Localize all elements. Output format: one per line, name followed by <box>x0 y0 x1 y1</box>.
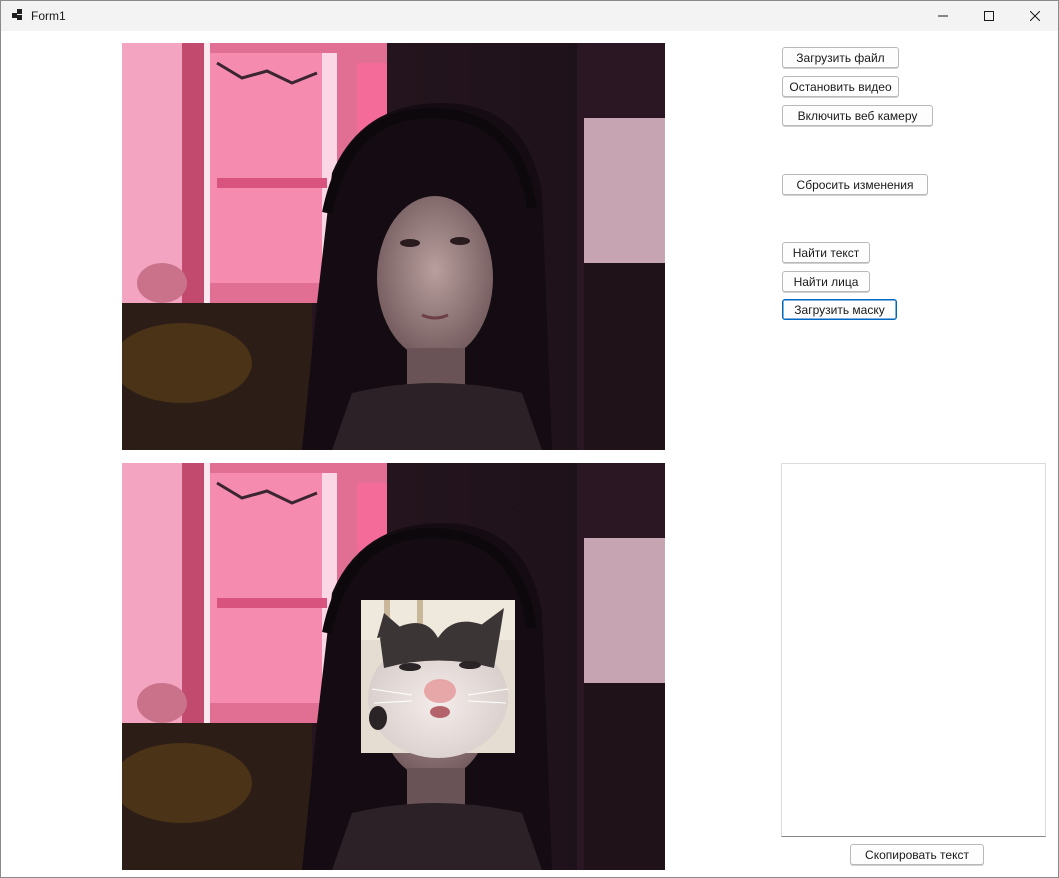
load-file-button[interactable]: Загрузить файл <box>782 47 899 68</box>
main-window: Form1 Загрузить файл Остановить видео Вк… <box>0 0 1059 878</box>
webcam-frame-with-mask-image <box>122 463 665 870</box>
source-picture-box <box>122 43 665 450</box>
processed-picture-box <box>122 463 665 870</box>
reset-changes-button[interactable]: Сбросить изменения <box>782 174 928 195</box>
enable-webcam-button[interactable]: Включить веб камеру <box>782 105 933 126</box>
recognized-text-box[interactable] <box>781 463 1046 837</box>
minimize-button[interactable] <box>920 1 966 31</box>
maximize-icon <box>984 11 994 21</box>
find-faces-button[interactable]: Найти лица <box>782 271 870 292</box>
find-text-button[interactable]: Найти текст <box>782 242 870 263</box>
app-icon <box>12 9 24 21</box>
load-mask-button[interactable]: Загрузить маску <box>782 299 897 320</box>
webcam-frame-image <box>122 43 665 450</box>
close-button[interactable] <box>1012 1 1058 31</box>
maximize-button[interactable] <box>966 1 1012 31</box>
copy-text-button[interactable]: Скопировать текст <box>850 844 984 865</box>
form-client-area: Загрузить файл Остановить видео Включить… <box>1 31 1058 877</box>
title-bar[interactable]: Form1 <box>1 1 1058 31</box>
stop-video-button[interactable]: Остановить видео <box>782 76 899 97</box>
cat-mask-overlay <box>361 600 515 758</box>
window-title: Form1 <box>31 9 66 23</box>
close-icon <box>1030 11 1040 21</box>
minimize-icon <box>938 15 948 17</box>
